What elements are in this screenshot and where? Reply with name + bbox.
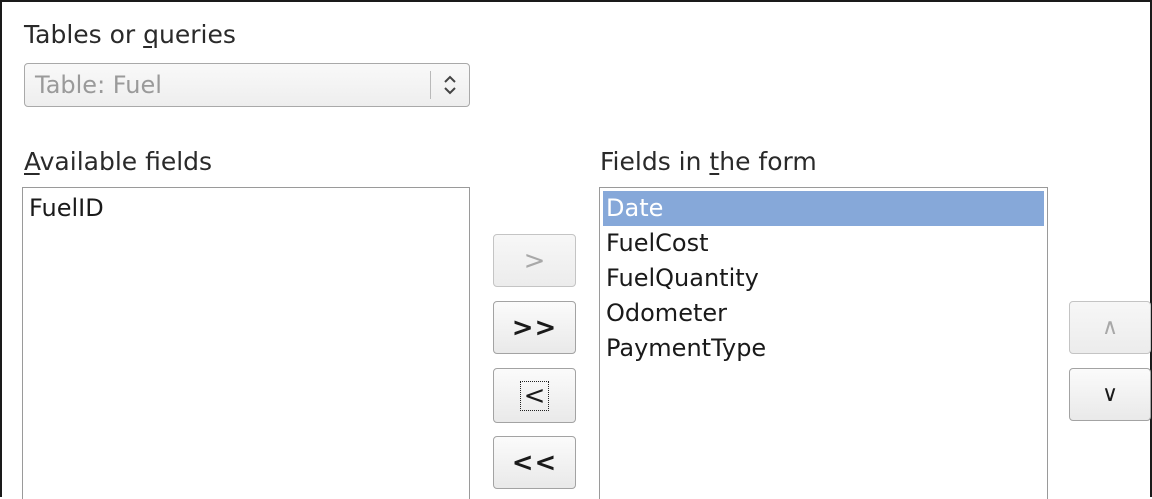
add-selected-field-button[interactable]: >	[493, 234, 576, 287]
remove-all-fields-button[interactable]: <<	[493, 436, 576, 489]
list-item[interactable]: FuelID	[26, 191, 466, 226]
list-item[interactable]: FuelCost	[603, 226, 1044, 261]
list-item[interactable]: Odometer	[603, 296, 1044, 331]
add-all-fields-button[interactable]: >>	[493, 301, 576, 354]
dropdown-selected-value: Table: Fuel	[35, 71, 162, 99]
remove-selected-field-label: <	[519, 380, 550, 411]
updown-chevron-icon[interactable]	[437, 68, 463, 102]
move-field-down-button[interactable]: ∨	[1069, 368, 1151, 421]
list-item[interactable]: Date	[603, 191, 1044, 226]
remove-selected-field-button[interactable]: <	[493, 368, 576, 423]
tables-or-queries-label: Tables or queries	[24, 20, 236, 49]
list-item[interactable]: PaymentType	[603, 331, 1044, 366]
list-item[interactable]: FuelQuantity	[603, 261, 1044, 296]
tables-or-queries-dropdown[interactable]: Table: Fuel	[24, 63, 470, 107]
dropdown-separator	[430, 71, 431, 99]
available-fields-label: Available fields	[24, 147, 213, 176]
available-fields-list[interactable]: FuelID	[22, 187, 470, 499]
fields-in-form-label: Fields in the form	[600, 147, 817, 176]
move-field-up-button[interactable]: ∧	[1069, 301, 1151, 354]
form-wizard-field-selection: Tables or queries Table: Fuel Available …	[0, 0, 1152, 499]
fields-in-form-list[interactable]: Date FuelCost FuelQuantity Odometer PaymentT…	[599, 187, 1048, 499]
